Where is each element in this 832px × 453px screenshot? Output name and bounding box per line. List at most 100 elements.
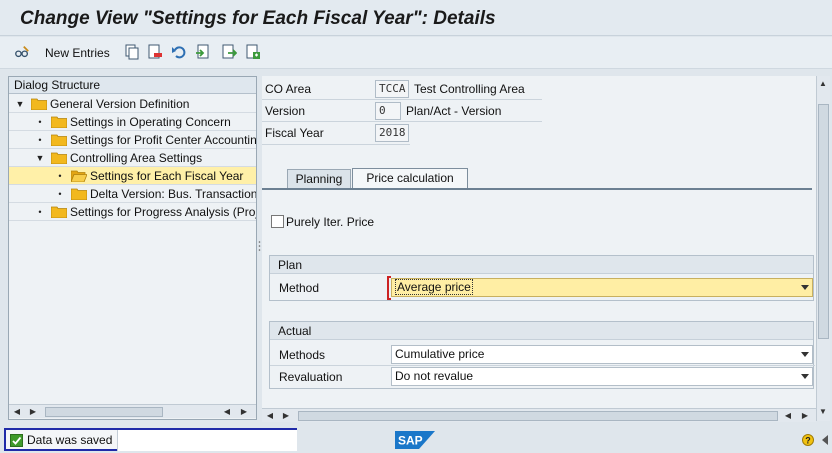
tree-horizontal-scrollbar[interactable]: ◀ ▶ ◀ ▶ — [9, 404, 256, 418]
scrollbar-thumb[interactable] — [45, 407, 163, 417]
plan-method-dropdown[interactable]: Average price — [391, 278, 813, 297]
tree-node-label: Delta Version: Bus. Transactions — [90, 187, 256, 201]
scroll-right-icon[interactable]: ▶ — [27, 406, 39, 418]
scroll-right-icon[interactable]: ▶ — [280, 410, 292, 422]
bullet-icon: • — [58, 171, 62, 181]
tree-node-label: Settings for Progress Analysis (Project) — [70, 205, 256, 219]
co-area-description: Test Controlling Area — [414, 82, 525, 96]
delete-icon[interactable] — [147, 44, 163, 60]
scroll-left-icon[interactable]: ◀ — [11, 406, 23, 418]
bullet-icon: • — [58, 189, 62, 199]
glasses-edit-icon[interactable] — [14, 44, 30, 60]
scroll-left-icon[interactable]: ◀ — [264, 410, 276, 422]
tab-strip-line — [262, 188, 812, 190]
tree-node-label: Settings for Each Fiscal Year — [90, 169, 244, 183]
dialog-structure-panel: Dialog Structure ▼ General Version Defin… — [8, 76, 257, 420]
svg-text:SAP: SAP — [398, 434, 423, 448]
purely-iter-price-label: Purely Iter. Price — [286, 215, 375, 229]
folder-icon — [31, 98, 47, 110]
version-description: Plan/Act - Version — [406, 104, 502, 118]
open-folder-icon — [71, 170, 87, 182]
co-area-label: CO Area — [265, 82, 312, 96]
status-message: Data was saved — [27, 433, 113, 447]
row-separator — [270, 365, 815, 366]
scroll-up-icon[interactable]: ▲ — [817, 78, 829, 90]
actual-group: Actual Methods Cumulative price Revaluat… — [269, 321, 815, 389]
window-title: Change View "Settings for Each Fiscal Ye… — [20, 8, 496, 29]
sap-window: Change View "Settings for Each Fiscal Ye… — [0, 0, 832, 453]
revaluation-dropdown[interactable]: Do not revalue — [391, 367, 813, 386]
actual-group-title: Actual — [270, 322, 813, 340]
status-detail-area — [117, 430, 297, 451]
tree-node-settings-operating-concern[interactable]: • Settings in Operating Concern — [9, 113, 256, 131]
scrollbar-thumb[interactable] — [818, 104, 829, 339]
bullet-icon: • — [38, 117, 42, 127]
tree-node-settings-profit-center[interactable]: • Settings for Profit Center Accounting — [9, 131, 256, 149]
svg-text:?: ? — [805, 436, 811, 446]
collapse-left-icon[interactable] — [820, 435, 830, 445]
plan-group-title: Plan — [270, 256, 813, 274]
tree-node-delta-version[interactable]: • Delta Version: Bus. Transactions — [9, 185, 256, 203]
row-separator — [262, 121, 542, 122]
plan-method-value: Average price — [395, 279, 473, 295]
folder-icon — [51, 152, 67, 164]
export-icon[interactable] — [221, 44, 237, 60]
tree-node-settings-each-fiscal-year[interactable]: • Settings for Each Fiscal Year — [9, 167, 256, 185]
tab-planning[interactable]: Planning — [287, 169, 351, 189]
scroll-left-icon[interactable]: ◀ — [221, 406, 233, 418]
status-message-box[interactable]: Data was saved — [4, 428, 297, 451]
folder-icon — [51, 134, 67, 146]
status-bar: Data was saved SAP ? — [0, 427, 832, 453]
detail-horizontal-scrollbar[interactable]: ◀ ▶ ◀ ▶ — [262, 408, 816, 422]
tree-expanded-icon[interactable]: ▼ — [35, 149, 45, 167]
new-entries-button[interactable]: New Entries — [45, 46, 110, 60]
tree-node-label: Settings for Profit Center Accounting — [70, 133, 256, 147]
dialog-structure-header: Dialog Structure — [9, 77, 256, 94]
copy-icon[interactable] — [124, 44, 140, 60]
undo-icon[interactable] — [171, 44, 187, 60]
actual-methods-label: Methods — [279, 348, 326, 362]
revaluation-value: Do not revalue — [395, 369, 474, 383]
chevron-down-icon[interactable] — [801, 285, 809, 290]
dialog-structure-tree: ▼ General Version Definition • Settings … — [9, 94, 256, 404]
chevron-down-icon[interactable] — [801, 352, 809, 357]
tree-node-general-version-definition[interactable]: ▼ General Version Definition — [9, 95, 256, 113]
version-label: Version — [265, 104, 306, 118]
detail-vertical-scrollbar[interactable]: ▲ ▼ — [816, 76, 830, 421]
tree-node-label: Settings in Operating Concern — [70, 115, 231, 129]
help-icon[interactable]: ? — [802, 433, 816, 447]
configure-icon[interactable] — [245, 44, 261, 60]
folder-icon — [71, 188, 87, 200]
version-field: 0 — [375, 102, 401, 120]
purely-iter-price-checkbox[interactable] — [271, 215, 284, 228]
chevron-down-icon[interactable] — [801, 374, 809, 379]
select-all-icon[interactable] — [195, 44, 211, 60]
row-separator — [262, 144, 410, 145]
scroll-down-icon[interactable]: ▼ — [817, 406, 829, 418]
tree-node-progress-analysis[interactable]: • Settings for Progress Analysis (Projec… — [9, 203, 256, 221]
scrollbar-thumb[interactable] — [298, 411, 778, 421]
tree-node-controlling-area-settings[interactable]: ▼ Controlling Area Settings — [9, 149, 256, 167]
folder-icon — [51, 116, 67, 128]
actual-methods-dropdown[interactable]: Cumulative price — [391, 345, 813, 364]
actual-methods-value: Cumulative price — [395, 347, 485, 361]
tab-price-calculation[interactable]: Price calculation — [352, 168, 468, 189]
tree-node-label: General Version Definition — [50, 97, 190, 111]
row-separator — [262, 99, 542, 100]
bullet-icon: • — [38, 135, 42, 145]
detail-area: CO Area TCCA Test Controlling Area Versi… — [262, 76, 830, 422]
fiscal-year-label: Fiscal Year — [265, 126, 324, 140]
title-bar: Change View "Settings for Each Fiscal Ye… — [0, 0, 832, 36]
fiscal-year-field: 2018 — [375, 124, 409, 142]
scroll-right-icon[interactable]: ▶ — [799, 410, 811, 422]
scroll-right-icon[interactable]: ▶ — [238, 406, 250, 418]
folder-icon — [51, 206, 67, 218]
success-check-icon — [10, 434, 23, 447]
tree-node-label: Controlling Area Settings — [70, 151, 203, 165]
scroll-left-icon[interactable]: ◀ — [782, 410, 794, 422]
tree-expanded-icon[interactable]: ▼ — [15, 95, 25, 113]
co-area-field: TCCA — [375, 80, 409, 98]
bullet-icon: • — [38, 207, 42, 217]
plan-group: Plan Method Average price — [269, 255, 814, 301]
plan-method-label: Method — [279, 281, 320, 295]
